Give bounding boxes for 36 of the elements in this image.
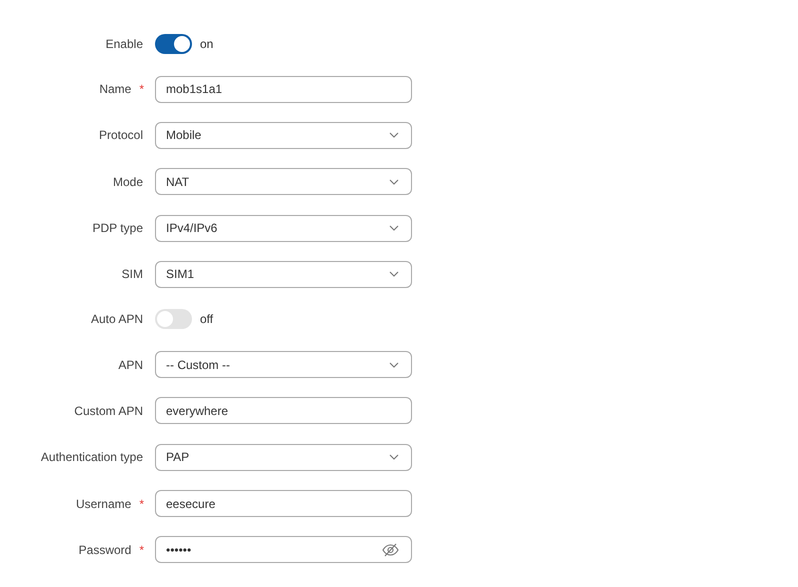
password-field[interactable]: •••••• [155,536,412,564]
dropdown-field[interactable]: PAP [155,444,412,471]
field-label: Protocol [98,127,143,144]
toggle-state-text: on [200,36,214,53]
toggle-state-text: off [200,311,214,328]
field-label: Mode [112,174,143,191]
field-label: Authentication type [40,449,143,466]
toggle-switch[interactable] [155,34,192,54]
chevron-down-icon [389,271,399,278]
chevron-down-icon [389,362,399,368]
field-label: Name [99,81,132,98]
required-asterisk: * [139,542,144,559]
field-label: SIM [122,266,143,284]
toggle-switch[interactable] [155,309,192,330]
field-label: Username [76,496,132,513]
dropdown-field[interactable]: -- Custom -- [155,351,412,378]
chevron-down-icon [389,178,399,185]
eye-slash-icon[interactable] [382,542,399,557]
text-field[interactable]: eesecure [155,490,412,518]
field-label: Enable [106,36,143,53]
chevron-down-icon [389,132,399,138]
dropdown-field[interactable]: IPv4/IPv6 [155,214,412,242]
text-field[interactable]: everywhere [155,397,412,424]
chevron-down-icon [389,225,399,232]
field-label: PDP type [92,220,143,238]
dropdown-field[interactable]: Mobile [155,122,412,149]
dropdown-field[interactable]: NAT [155,168,412,196]
dropdown-field[interactable]: SIM1 [155,260,412,288]
required-asterisk: * [139,81,144,98]
chevron-down-icon [389,454,399,460]
required-asterisk: * [139,496,144,513]
field-label: Custom APN [74,402,143,420]
field-label: Password [78,542,132,559]
text-field[interactable]: mob1s1a1 [155,76,412,103]
field-label: APN [118,356,143,374]
field-label: Auto APN [90,311,143,328]
